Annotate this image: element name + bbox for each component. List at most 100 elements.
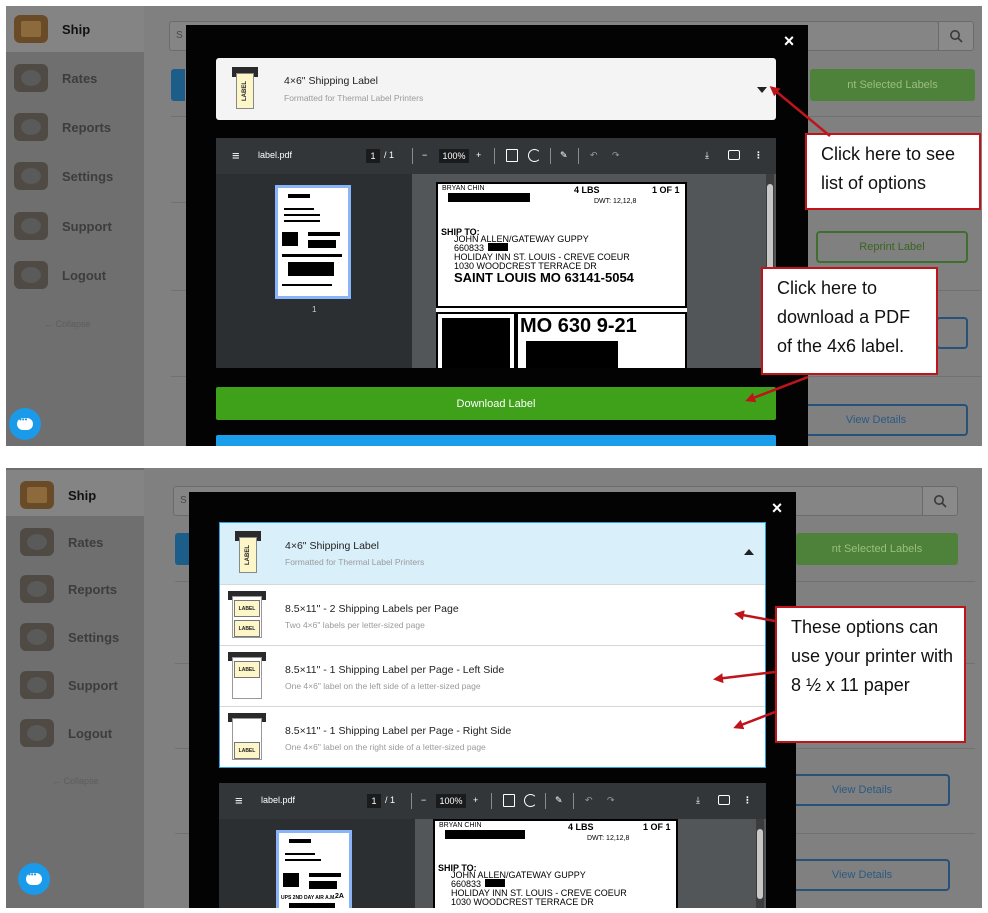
sidebar-item-reports[interactable]: Reports	[20, 572, 148, 606]
thumbnail-label-text: LABEL	[245, 545, 251, 565]
page-thumbnail[interactable]: UPS 2ND DAY AIR A.M. 2A	[276, 830, 352, 908]
collapse-sidebar-link[interactable]: ← Collapse	[52, 776, 99, 786]
annotate-icon[interactable]: ✎	[555, 795, 563, 806]
routing-code: MO 630 9-21	[520, 315, 637, 337]
search-placeholder: S	[180, 495, 187, 506]
gear-icon	[14, 162, 48, 190]
print-selected-labels-label: nt Selected Labels	[831, 543, 923, 555]
redacted-block	[448, 193, 530, 202]
sidebar-item-rates[interactable]: Rates	[14, 61, 142, 95]
undo-icon[interactable]: ↶	[590, 150, 598, 161]
fit-page-icon[interactable]	[506, 149, 518, 162]
label-format-option[interactable]: LABEL 8.5×11" - 1 Shipping Label per Pag…	[220, 706, 765, 767]
redo-icon[interactable]: ↷	[612, 150, 620, 161]
sidebar-item-logout[interactable]: Logout	[14, 258, 142, 292]
menu-icon[interactable]: ≡	[232, 148, 240, 163]
view-details-button[interactable]: View Details	[774, 774, 950, 806]
print-selected-labels-label: nt Selected Labels	[847, 79, 938, 91]
label-format-select[interactable]: LABEL 4×6" Shipping Label Formatted for …	[216, 58, 776, 120]
option-title: 8.5×11" - 1 Shipping Label per Page - Le…	[285, 664, 505, 676]
lifebuoy-icon	[14, 212, 48, 240]
reprint-label-button[interactable]: Reprint Label	[816, 231, 968, 263]
page-number-input[interactable]: 1	[366, 149, 380, 163]
zoom-in-button[interactable]: +	[476, 150, 481, 160]
sidebar-item-label: Rates	[68, 534, 104, 550]
sender-name: BRYAN CHIN	[442, 185, 485, 192]
sidebar-item-settings[interactable]: Settings	[14, 159, 142, 193]
sidebar-item-ship[interactable]: Ship	[20, 478, 148, 512]
sidebar: Ship Rates Reports Settings Support Logo…	[6, 6, 144, 446]
toolbar-separator	[412, 148, 413, 164]
pdf-toolbar: ≡ label.pdf 1 / 1 − 100% + ✎ ↶ ↷ ⤓ ⋮	[219, 783, 766, 819]
chevron-down-icon[interactable]	[757, 87, 767, 93]
chat-widget-button[interactable]	[9, 408, 41, 440]
sidebar-item-settings[interactable]: Settings	[20, 620, 148, 654]
search-button[interactable]	[938, 21, 974, 51]
blue-action-button[interactable]	[216, 435, 776, 446]
coins-icon	[20, 528, 54, 556]
fit-page-icon[interactable]	[503, 794, 515, 807]
sidebar-item-reports[interactable]: Reports	[14, 110, 142, 144]
view-details-button[interactable]: View Details	[774, 859, 950, 891]
chevron-up-icon[interactable]	[744, 549, 754, 555]
page-total: / 1	[385, 795, 396, 805]
menu-icon[interactable]: ≡	[235, 793, 243, 808]
package-weight: 4 LBS	[568, 822, 594, 832]
download-label-button[interactable]: Download Label	[216, 387, 776, 420]
search-icon	[934, 495, 947, 508]
zoom-out-button[interactable]: −	[421, 795, 426, 805]
redo-icon[interactable]: ↷	[607, 795, 615, 806]
sidebar-item-rates[interactable]: Rates	[20, 525, 148, 559]
toolbar-separator	[491, 793, 492, 809]
collapse-sidebar-link[interactable]: ← Collapse	[44, 319, 91, 329]
recipient-city: SAINT LOUIS MO 63141-5054	[454, 270, 634, 285]
close-modal-button[interactable]: ×	[779, 31, 799, 52]
close-modal-button[interactable]: ×	[767, 498, 787, 519]
thumbnail-page-number: 1	[312, 305, 317, 314]
print-icon[interactable]	[718, 795, 730, 805]
sidebar-item-logout[interactable]: Logout	[20, 716, 148, 750]
screenshot-panel-top: Ship Rates Reports Settings Support Logo…	[6, 6, 982, 446]
zoom-in-button[interactable]: +	[473, 795, 478, 805]
sidebar-item-label: Ship	[62, 21, 91, 37]
pdf-scrollbar[interactable]	[756, 819, 764, 908]
recipient-address-2: 1030 WOODCREST TERRACE DR	[451, 897, 594, 907]
print-selected-labels-button[interactable]: nt Selected Labels	[810, 69, 975, 101]
toolbar-separator	[494, 148, 495, 164]
thermal-label-thumbnail: LABEL	[232, 67, 258, 111]
rotate-icon[interactable]	[528, 149, 541, 162]
gear-icon	[20, 623, 54, 651]
sidebar-item-ship[interactable]: Ship	[14, 12, 142, 46]
page-number-input[interactable]: 1	[367, 794, 381, 808]
chat-widget-button[interactable]	[18, 863, 50, 895]
search-placeholder: S	[176, 30, 183, 41]
more-icon[interactable]: ⋮	[743, 795, 752, 806]
sidebar-item-support[interactable]: Support	[20, 668, 148, 702]
undo-icon[interactable]: ↶	[585, 795, 593, 806]
sidebar-item-support[interactable]: Support	[14, 209, 142, 243]
label-format-option[interactable]: LABEL 8.5×11" - 1 Shipping Label per Pag…	[220, 645, 765, 706]
rotate-icon[interactable]	[524, 794, 537, 807]
page-thumbnail[interactable]	[275, 185, 351, 299]
callout-download-text: Click here to download a PDF of the 4x6 …	[777, 278, 911, 356]
sidebar-item-label: Support	[62, 218, 112, 234]
callout-options: Click here to see list of options	[805, 133, 981, 210]
label-format-select[interactable]: LABEL 4×6" Shipping Label Formatted for …	[220, 523, 765, 584]
package-count: 1 OF 1	[643, 822, 671, 832]
callout-paper-options: These options can use your printer with …	[775, 606, 966, 743]
zoom-level[interactable]: 100%	[436, 794, 466, 808]
view-details-button[interactable]: View Details	[784, 404, 968, 436]
zoom-out-button[interactable]: −	[422, 150, 427, 160]
pdf-scrollbar-thumb[interactable]	[757, 829, 763, 899]
partial-outline-button[interactable]	[936, 317, 968, 349]
zoom-level[interactable]: 100%	[439, 149, 469, 163]
search-button[interactable]	[922, 486, 958, 516]
label-format-option[interactable]: LABEL LABEL 8.5×11" - 2 Shipping Labels …	[220, 584, 765, 645]
annotate-icon[interactable]: ✎	[560, 150, 568, 161]
option-subtitle: One 4×6" label on the right side of a le…	[285, 742, 486, 752]
download-icon[interactable]: ⤓	[705, 150, 709, 161]
print-icon[interactable]	[728, 150, 740, 160]
more-icon[interactable]: ⋮	[754, 150, 763, 161]
print-selected-labels-button[interactable]: nt Selected Labels	[796, 533, 958, 565]
download-icon[interactable]: ⤓	[696, 795, 700, 806]
